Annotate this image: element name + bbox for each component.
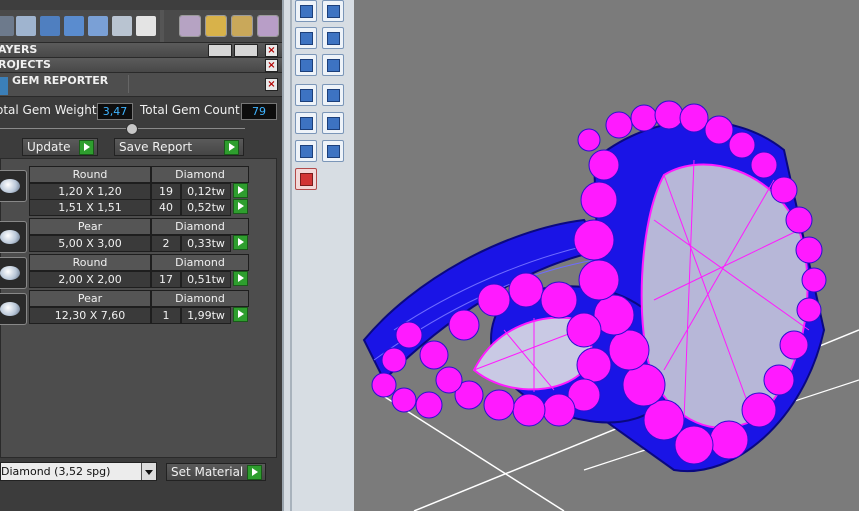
- material-dropdown[interactable]: Diamond (3,52 spg): [0, 462, 157, 481]
- total-count-value: 79: [241, 103, 277, 120]
- rotate-icon[interactable]: [295, 54, 317, 76]
- twist-icon[interactable]: [322, 112, 344, 134]
- prong-tool-icon[interactable]: [205, 15, 227, 37]
- set-material-button[interactable]: Set Material: [166, 463, 266, 481]
- gem-reporter-title: GEM REPORTER: [12, 74, 109, 87]
- round-gem-icon: [0, 170, 27, 202]
- layers-panel-header[interactable]: AYERS ×: [0, 43, 282, 58]
- scatter-select-icon[interactable]: [112, 16, 132, 36]
- box-icon[interactable]: [322, 0, 344, 22]
- report-sheet-icon[interactable]: [136, 16, 156, 36]
- chevron-down-icon[interactable]: [141, 463, 156, 480]
- material-selected: Diamond (3,52 spg): [1, 465, 111, 478]
- gem-count: 2: [151, 235, 181, 252]
- gem-size: 1,51 X 1,51: [29, 199, 151, 216]
- gem-count: 17: [151, 271, 181, 288]
- select-gems-go-icon[interactable]: [233, 271, 248, 286]
- gem-seat-icon[interactable]: [257, 15, 279, 37]
- gem-material: Diamond: [151, 290, 249, 307]
- update-button[interactable]: Update: [22, 138, 98, 156]
- toolbar-divider: [290, 0, 292, 511]
- select-gems-go-icon[interactable]: [233, 183, 248, 198]
- gem-weight: 0,33tw: [181, 235, 231, 252]
- gem-shape: Round: [29, 254, 151, 271]
- align-icon[interactable]: [295, 84, 317, 106]
- layers-close-icon[interactable]: ×: [265, 44, 278, 57]
- round-gem-icon: [0, 257, 27, 289]
- total-weight-label: otal Gem Weight: [0, 103, 97, 117]
- gem-size: 1,20 X 1,20: [29, 183, 151, 200]
- scale-icon[interactable]: [295, 27, 317, 49]
- set-material-label: Set Material: [171, 465, 244, 479]
- layers-eye-icon[interactable]: [234, 44, 258, 57]
- projects-close-icon[interactable]: ×: [265, 59, 278, 72]
- layers-toggle-button[interactable]: [208, 44, 232, 57]
- gem-shape: Pear: [29, 218, 151, 235]
- gem-material: Diamond: [151, 254, 249, 271]
- set-material-go-icon[interactable]: [247, 465, 262, 480]
- snap-icon[interactable]: [295, 112, 317, 134]
- divider: [0, 128, 245, 129]
- save-report-go-icon[interactable]: [224, 140, 239, 155]
- gem-weight: 0,51tw: [181, 271, 231, 288]
- mirror-icon[interactable]: [322, 84, 344, 106]
- gem-material: Diamond: [151, 166, 249, 183]
- transform-toolbar: [282, 0, 356, 511]
- gem-reporter-icon: [0, 77, 8, 95]
- 3d-viewport[interactable]: [354, 0, 859, 511]
- cube-icon[interactable]: [40, 16, 60, 36]
- monitor-icon[interactable]: [16, 16, 36, 36]
- save-report-button[interactable]: Save Report: [114, 138, 244, 156]
- gem-size: 5,00 X 3,00: [29, 235, 151, 252]
- gem-count: 40: [151, 199, 181, 216]
- toolbar-top-strip: [0, 0, 282, 10]
- panel-grip: [128, 75, 259, 93]
- projects-panel-header[interactable]: ROJECTS ×: [0, 58, 282, 73]
- select-gems-go-icon[interactable]: [233, 235, 248, 250]
- gem-reporter-close-icon[interactable]: ×: [265, 78, 278, 91]
- save-report-label: Save Report: [119, 140, 193, 154]
- gem-size: 2,00 X 2,00: [29, 271, 151, 288]
- panel-slider-handle[interactable]: [126, 123, 138, 135]
- gem-size: 12,30 X 7,60: [29, 307, 151, 324]
- update-go-icon[interactable]: [79, 140, 94, 155]
- total-count-label: Total Gem Count: [140, 103, 240, 117]
- filter-icon[interactable]: [88, 16, 108, 36]
- update-label: Update: [27, 140, 71, 154]
- select-gems-go-icon[interactable]: [233, 307, 248, 322]
- projects-title: ROJECTS: [0, 58, 51, 71]
- array-icon[interactable]: [295, 140, 317, 162]
- pear-gem-icon: [0, 293, 27, 325]
- total-weight-value: 3,47: [97, 103, 133, 120]
- select-gems-go-icon[interactable]: [233, 199, 248, 214]
- delete-icon[interactable]: [295, 168, 317, 190]
- pave-tool-icon[interactable]: [231, 15, 253, 37]
- left-panel: AYERS × ROJECTS × GEM REPORTER × otal Ge…: [0, 0, 282, 511]
- gem-material: Diamond: [151, 218, 249, 235]
- gem-setting-icon[interactable]: [179, 15, 201, 37]
- plane-icon[interactable]: [322, 27, 344, 49]
- gem-count: 1: [151, 307, 181, 324]
- move-icon[interactable]: [295, 0, 317, 22]
- pear-gem-icon: [0, 221, 27, 253]
- grid-array-icon[interactable]: [322, 140, 344, 162]
- gem-weight: 0,12tw: [181, 183, 231, 200]
- gem-count: 19: [151, 183, 181, 200]
- gem-shape: Round: [29, 166, 151, 183]
- grid-icon[interactable]: [0, 16, 14, 36]
- gem-reporter-header: GEM REPORTER ×: [0, 73, 282, 97]
- gem-shape: Pear: [29, 290, 151, 307]
- ring-wireframe-render: [362, 100, 859, 511]
- gem-report-list: Round Diamond 1,20 X 1,20 19 0,12tw 1,51…: [0, 158, 277, 458]
- main-toolbar: [0, 0, 282, 43]
- gem-weight: 1,99tw: [181, 307, 231, 324]
- gem-weight: 0,52tw: [181, 199, 231, 216]
- layers-title: AYERS: [0, 43, 38, 56]
- flip-icon[interactable]: [322, 54, 344, 76]
- cylinder-icon[interactable]: [64, 16, 84, 36]
